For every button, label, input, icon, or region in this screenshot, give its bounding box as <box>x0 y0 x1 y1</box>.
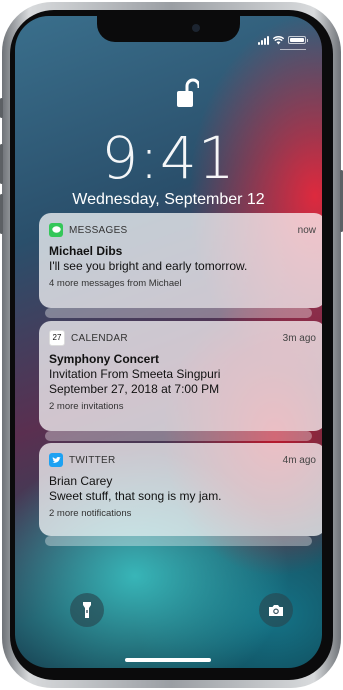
battery-level <box>290 38 304 42</box>
mute-switch <box>0 98 3 118</box>
wifi-icon <box>273 35 284 44</box>
app-name: TWITTER <box>69 454 116 466</box>
notification-stack-shadow <box>45 431 312 441</box>
home-indicator[interactable] <box>125 658 211 662</box>
camera-icon <box>269 604 283 616</box>
cellular-signal-icon <box>258 35 269 45</box>
volume-up-button <box>0 144 3 184</box>
notification-time: now <box>297 224 316 236</box>
messages-icon <box>49 223 63 237</box>
calendar-icon: 27 <box>49 330 65 346</box>
more-invitations-text: 2 more invitations <box>49 401 124 412</box>
lock-screen: 9:41 Wednesday, September 12 MESSAGES no… <box>15 16 322 668</box>
more-notifications-text: 2 more notifications <box>49 508 132 519</box>
lock-time: 9:41 <box>101 124 236 192</box>
notification-title: Michael Dibs <box>49 244 123 258</box>
more-messages-text: 4 more messages from Michael <box>49 278 182 289</box>
lock-date: Wednesday, September 12 <box>72 191 265 208</box>
notification-body-line: Brian Carey <box>49 474 113 488</box>
flashlight-icon <box>83 602 91 618</box>
twitter-icon <box>49 453 63 467</box>
app-name: CALENDAR <box>71 332 128 344</box>
camera-button[interactable] <box>259 593 293 627</box>
app-name: MESSAGES <box>69 224 128 236</box>
notification-messages[interactable]: MESSAGES now Michael Dibs I'll see you b… <box>39 213 322 308</box>
battery-icon <box>288 36 308 44</box>
notch <box>97 16 240 42</box>
status-indicator-line <box>280 49 306 50</box>
flashlight-button[interactable] <box>70 593 104 627</box>
unlocked-padlock-icon <box>177 78 199 107</box>
notification-body-line: Invitation From Smeeta Singpuri <box>49 367 221 381</box>
notification-twitter[interactable]: TWITTER 4m ago Brian Carey Sweet stuff, … <box>39 443 322 536</box>
notification-body-line: Sweet stuff, that song is my jam. <box>49 489 222 503</box>
notification-time: 4m ago <box>282 454 316 466</box>
notification-stack-shadow <box>45 536 312 546</box>
front-camera <box>192 24 200 32</box>
notification-calendar[interactable]: 27 CALENDAR 3m ago Symphony Concert Invi… <box>39 321 322 431</box>
calendar-day: 27 <box>52 333 62 342</box>
notification-body-line: I'll see you bright and early tomorrow. <box>49 259 248 273</box>
notification-title: Symphony Concert <box>49 352 160 366</box>
status-bar <box>258 34 308 46</box>
notification-time: 3m ago <box>282 332 316 344</box>
volume-down-button <box>0 194 3 234</box>
notification-body-line: September 27, 2018 at 7:00 PM <box>49 382 220 396</box>
notification-stack-shadow <box>45 308 312 318</box>
